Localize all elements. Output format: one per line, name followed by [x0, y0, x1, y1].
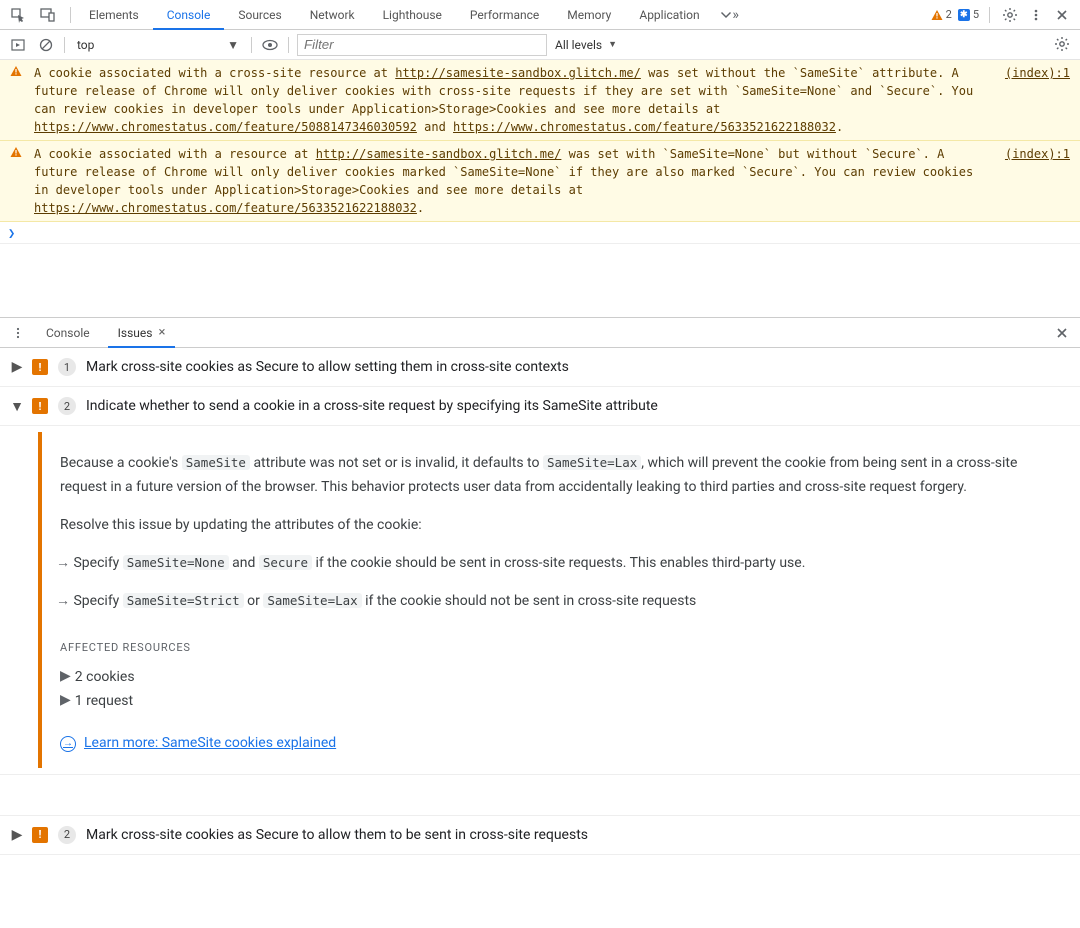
tab-console[interactable]: Console: [153, 0, 225, 30]
info-count: 5: [973, 8, 979, 21]
warning-text: .: [417, 201, 424, 215]
devtools-tabstrip: Elements Console Sources Network Lightho…: [0, 0, 1080, 30]
drawer-tab-issues[interactable]: Issues ×: [108, 318, 176, 348]
warning-text: .: [836, 120, 843, 134]
issue-count-badge: 2: [58, 826, 76, 844]
console-warning-row: A cookie associated with a cross-site re…: [0, 60, 1080, 141]
warning-icon: [10, 65, 24, 136]
close-icon[interactable]: [1052, 5, 1072, 25]
issue-title: Indicate whether to send a cookie in a c…: [86, 398, 1068, 414]
levels-label: All levels: [555, 38, 602, 52]
console-warning-row: A cookie associated with a resource at h…: [0, 141, 1080, 221]
issue-row[interactable]: ▼ 2 Indicate whether to send a cookie in…: [0, 387, 1080, 426]
issue-paragraph: Because a cookie's SameSite attribute wa…: [60, 452, 1062, 500]
warning-link[interactable]: https://www.chromestatus.com/feature/508…: [34, 120, 417, 134]
filter-input-wrap: [297, 34, 547, 56]
warning-text: A cookie associated with a cross-site re…: [34, 66, 395, 80]
learn-more-link[interactable]: Learn more: SameSite cookies explained: [60, 732, 336, 756]
chevron-down-icon: ▼: [608, 39, 617, 50]
warning-source-link[interactable]: (index):1: [985, 64, 1070, 136]
console-prompt[interactable]: ❯: [0, 222, 1080, 244]
sidebar-toggle-icon[interactable]: [8, 35, 28, 55]
close-icon[interactable]: ×: [158, 325, 165, 340]
context-label: top: [77, 38, 94, 52]
issue-title: Mark cross-site cookies as Secure to all…: [86, 359, 1068, 375]
more-tabs-icon[interactable]: »: [720, 5, 740, 25]
issue-row[interactable]: ▶ 1 Mark cross-site cookies as Secure to…: [0, 348, 1080, 387]
issue-row[interactable]: ▶ 2 Mark cross-site cookies as Secure to…: [0, 815, 1080, 855]
chevron-down-icon: ▼: [227, 38, 239, 52]
disclosure-triangle-icon: ▼: [12, 398, 22, 415]
tab-network[interactable]: Network: [296, 0, 369, 30]
issue-title: Mark cross-site cookies as Secure to all…: [86, 827, 1068, 843]
info-chip[interactable]: ✱ 5: [958, 8, 979, 21]
issue-bullet: Specify SameSite=None and Secure if the …: [60, 552, 1062, 576]
warnings-count: 2: [946, 8, 952, 21]
disclosure-triangle-icon: ▶: [12, 827, 22, 843]
issues-list: ▶ 1 Mark cross-site cookies as Secure to…: [0, 348, 1080, 928]
drawer-tabstrip: Console Issues ×: [0, 318, 1080, 348]
warning-badge-icon: [32, 359, 48, 375]
live-expression-icon[interactable]: [260, 35, 280, 55]
warning-source-link[interactable]: (index):1: [985, 145, 1070, 217]
clear-console-icon[interactable]: [36, 35, 56, 55]
console-settings-icon[interactable]: [1052, 34, 1072, 54]
levels-dropdown[interactable]: All levels ▼: [555, 38, 617, 52]
drawer: Console Issues × ▶ 1 Mark cross-site coo…: [0, 317, 1080, 928]
issue-body: Because a cookie's SameSite attribute wa…: [0, 426, 1080, 774]
issue-count-badge: 2: [58, 397, 76, 415]
settings-icon[interactable]: [1000, 5, 1020, 25]
kebab-menu-icon[interactable]: [1026, 5, 1046, 25]
warning-badge-icon: [32, 398, 48, 414]
close-icon[interactable]: [1052, 323, 1072, 343]
warning-link[interactable]: https://www.chromestatus.com/feature/563…: [453, 120, 836, 134]
warning-text: A cookie associated with a resource at: [34, 147, 316, 161]
inspect-icon[interactable]: [8, 5, 28, 25]
tab-lighthouse[interactable]: Lighthouse: [369, 0, 456, 30]
arrow-circle-icon: [60, 736, 76, 752]
warning-link[interactable]: http://samesite-sandbox.glitch.me/: [316, 147, 562, 161]
issue-count-badge: 1: [58, 358, 76, 376]
tab-memory[interactable]: Memory: [553, 0, 625, 30]
issue-bullet: Specify SameSite=Strict or SameSite=Lax …: [60, 590, 1062, 614]
tab-elements[interactable]: Elements: [75, 0, 153, 30]
console-warnings: A cookie associated with a cross-site re…: [0, 60, 1080, 222]
drawer-tab-console[interactable]: Console: [36, 318, 100, 348]
warning-icon: [10, 146, 24, 217]
tab-sources[interactable]: Sources: [224, 0, 295, 30]
disclosure-triangle-icon: ▶: [12, 359, 22, 375]
warning-link[interactable]: https://www.chromestatus.com/feature/563…: [34, 201, 417, 215]
context-selector[interactable]: top ▼: [73, 38, 243, 52]
affected-item[interactable]: ▶2 cookies: [60, 666, 1062, 690]
tab-performance[interactable]: Performance: [456, 0, 553, 30]
affected-item[interactable]: ▶1 request: [60, 690, 1062, 714]
warning-link[interactable]: http://samesite-sandbox.glitch.me/: [395, 66, 641, 80]
console-filterbar: top ▼ All levels ▼: [0, 30, 1080, 60]
warning-text: and: [417, 120, 453, 134]
drawer-tab-label: Issues: [118, 326, 153, 340]
device-toggle-icon[interactable]: [38, 5, 58, 25]
tab-application[interactable]: Application: [625, 0, 713, 30]
warning-badge-icon: [32, 827, 48, 843]
issue-paragraph: Resolve this issue by updating the attri…: [60, 514, 1062, 538]
warnings-chip[interactable]: 2: [931, 8, 952, 21]
filter-input[interactable]: [297, 34, 547, 56]
affected-resources-heading: AFFECTED RESOURCES: [60, 639, 1062, 658]
kebab-menu-icon[interactable]: [8, 323, 28, 343]
